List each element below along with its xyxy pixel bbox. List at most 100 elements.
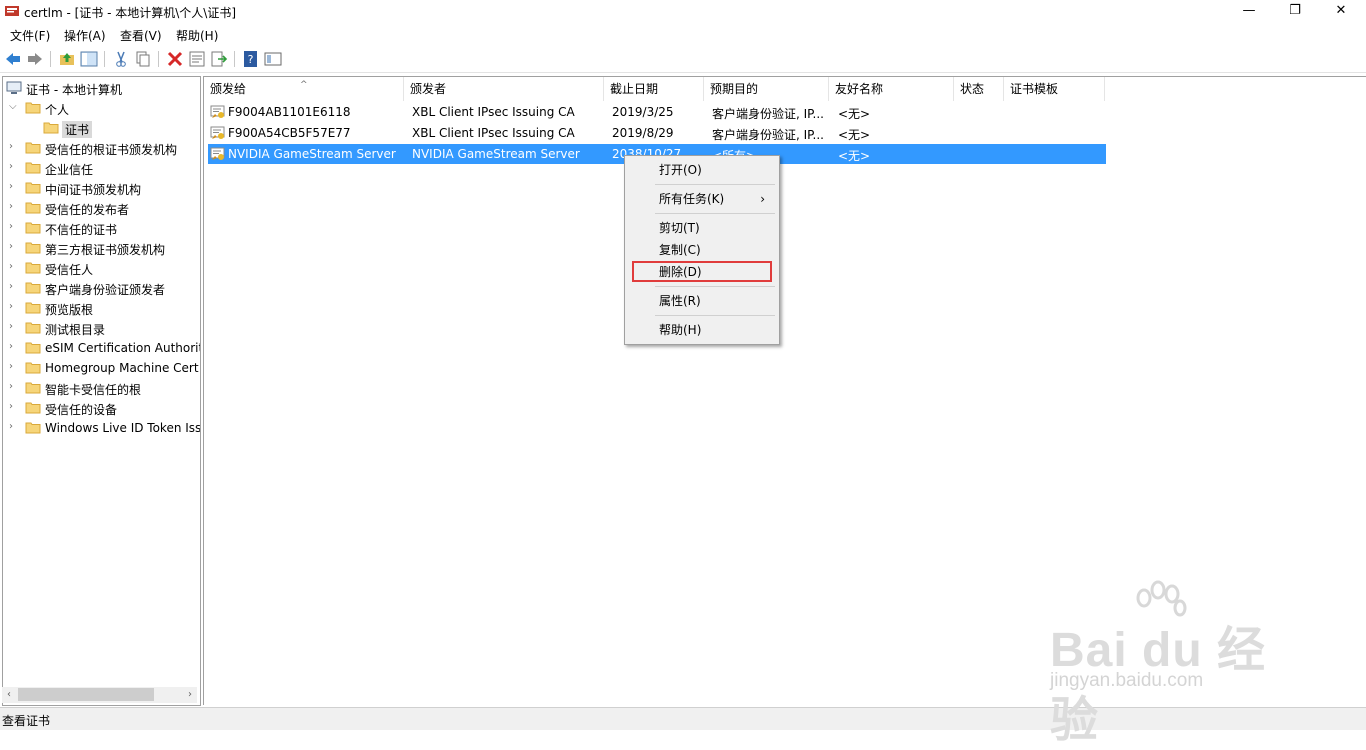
tree-item[interactable]: › 智能卡受信任的根 <box>3 378 200 398</box>
chevron-right-icon[interactable]: › <box>9 301 19 312</box>
tree-root[interactable]: 证书 - 本地计算机 <box>3 78 200 98</box>
menu-item-help[interactable]: 帮助(H) <box>628 320 775 340</box>
certlm-app-icon <box>5 6 19 16</box>
certificate-icon <box>210 105 225 118</box>
export-list-icon[interactable] <box>210 50 228 68</box>
tree-horizontal-scrollbar[interactable]: ‹ › <box>2 687 197 703</box>
cell-purposes: 客户端身份验证, IP... <box>712 107 824 121</box>
tree-pane[interactable]: 证书 - 本地计算机 ⌵ 个人 证书 › 受信任的根证书颁发机构 › 企业信任 › 中间证… <box>2 76 201 706</box>
menu-item-copy[interactable]: 复制(C) <box>628 240 775 260</box>
toolbar-separator <box>104 51 105 67</box>
menu-separator <box>655 213 775 214</box>
chevron-right-icon[interactable]: › <box>9 321 19 332</box>
folder-icon <box>25 382 41 394</box>
minimize-button[interactable]: — <box>1226 0 1272 24</box>
chevron-right-icon[interactable]: › <box>9 381 19 392</box>
properties-icon[interactable] <box>188 50 206 68</box>
tree-item[interactable]: › 测试根目录 <box>3 318 200 338</box>
menu-separator <box>655 184 775 185</box>
tree-item[interactable]: › 预览版根 <box>3 298 200 318</box>
table-row[interactable]: F9004AB1101E6118 XBL Client IPsec Issuing… <box>208 102 1106 122</box>
tree-item-label: Windows Live ID Token Iss <box>45 421 200 435</box>
tree-item-personal[interactable]: ⌵ 个人 <box>3 98 200 118</box>
tree-item[interactable]: › 第三方根证书颁发机构 <box>3 238 200 258</box>
delete-icon[interactable] <box>166 50 184 68</box>
chevron-right-icon[interactable]: › <box>9 341 19 352</box>
tree-item-label: 预览版根 <box>45 303 94 317</box>
tree-item[interactable]: › 受信任人 <box>3 258 200 278</box>
window-title: certlm - [证书 - 本地计算机\个人\证书] <box>24 6 237 20</box>
tree-item[interactable]: › 不信任的证书 <box>3 218 200 238</box>
column-friendly-name[interactable]: 友好名称 <box>829 77 954 101</box>
menu-help[interactable]: 帮助(H) <box>176 27 218 44</box>
column-issued-to[interactable]: 颁发给 ^ <box>204 77 404 101</box>
tree-item-label: 第三方根证书颁发机构 <box>45 243 166 257</box>
folder-icon <box>25 302 41 314</box>
tree-item[interactable]: › 受信任的设备 <box>3 398 200 418</box>
cell-issued-by: XBL Client IPsec Issuing CA <box>412 126 575 140</box>
chevron-right-icon[interactable]: › <box>9 261 19 272</box>
baidu-watermark: Bai du 经验 jingyan.baidu.com <box>1045 580 1305 747</box>
chevron-right-icon[interactable]: › <box>9 421 19 432</box>
tree-item[interactable]: › 客户端身份验证颁发者 <box>3 278 200 298</box>
tree-item[interactable]: › Windows Live ID Token Iss <box>3 418 200 438</box>
cell-friendly-name: <无> <box>838 107 871 121</box>
column-purposes[interactable]: 预期目的 <box>704 77 829 101</box>
copy-icon[interactable] <box>134 50 152 68</box>
toolbar-separator <box>158 51 159 67</box>
show-hide-tree-icon[interactable] <box>80 50 98 68</box>
column-expiration[interactable]: 截止日期 <box>604 77 704 101</box>
chevron-right-icon[interactable]: › <box>9 361 19 372</box>
tree-item[interactable]: › 中间证书颁发机构 <box>3 178 200 198</box>
chevron-right-icon[interactable]: › <box>9 161 19 172</box>
tree-item-label: eSIM Certification Authorit <box>45 341 200 355</box>
help-icon[interactable]: ? <box>242 50 260 68</box>
scroll-right-icon[interactable]: › <box>183 687 197 703</box>
menu-action[interactable]: 操作(A) <box>64 27 106 44</box>
cell-issued-by: XBL Client IPsec Issuing CA <box>412 105 575 119</box>
tree-item[interactable]: › 企业信任 <box>3 158 200 178</box>
chevron-right-icon[interactable]: › <box>9 281 19 292</box>
chevron-right-icon[interactable]: › <box>9 181 19 192</box>
menu-item-cut[interactable]: 剪切(T) <box>628 218 775 238</box>
chevron-right-icon[interactable]: › <box>9 141 19 152</box>
menu-view[interactable]: 查看(V) <box>120 27 162 44</box>
close-button[interactable]: ✕ <box>1318 0 1364 24</box>
forward-arrow-icon[interactable] <box>26 50 44 68</box>
tree-item[interactable]: › Homegroup Machine Cert <box>3 358 200 378</box>
column-status[interactable]: 状态 <box>954 77 1004 101</box>
menu-item-properties[interactable]: 属性(R) <box>628 291 775 311</box>
table-row[interactable]: F900A54CB5F57E77 XBL Client IPsec Issuing… <box>208 123 1106 143</box>
cell-purposes: 客户端身份验证, IP... <box>712 128 824 142</box>
tree-item[interactable]: › 受信任的根证书颁发机构 <box>3 138 200 158</box>
tree-item-label: 中间证书颁发机构 <box>45 183 142 197</box>
folder-icon <box>25 342 41 354</box>
menu-item-all-tasks[interactable]: 所有任务(K) › <box>628 189 775 209</box>
delete-highlight-box <box>632 261 772 282</box>
scrollbar-thumb[interactable] <box>18 688 154 701</box>
scroll-left-icon[interactable]: ‹ <box>2 687 16 703</box>
cut-icon[interactable] <box>112 50 130 68</box>
up-folder-icon[interactable] <box>58 50 76 68</box>
menu-file[interactable]: 文件(F) <box>10 27 50 44</box>
menu-item-open[interactable]: 打开(O) <box>628 160 775 180</box>
toolbar-separator <box>50 51 51 67</box>
menu-separator <box>655 315 775 316</box>
tree-item[interactable]: › eSIM Certification Authorit <box>3 338 200 358</box>
folder-icon <box>43 122 59 134</box>
chevron-right-icon[interactable]: › <box>9 401 19 412</box>
chevron-right-icon[interactable]: › <box>9 241 19 252</box>
restore-button[interactable]: ❐ <box>1272 0 1318 24</box>
tree-item-certificates[interactable]: 证书 <box>3 118 200 138</box>
chevron-right-icon[interactable]: › <box>9 221 19 232</box>
back-arrow-icon[interactable] <box>4 50 22 68</box>
toolbar: ? <box>0 46 1366 73</box>
chevron-right-icon[interactable]: › <box>9 201 19 212</box>
chevron-down-icon[interactable]: ⌵ <box>9 101 19 112</box>
tree-item[interactable]: › 受信任的发布者 <box>3 198 200 218</box>
folder-icon <box>25 182 41 194</box>
console-icon[interactable] <box>264 50 282 68</box>
folder-icon <box>25 102 41 114</box>
column-issued-by[interactable]: 颁发者 <box>404 77 604 101</box>
column-template[interactable]: 证书模板 <box>1004 77 1105 101</box>
